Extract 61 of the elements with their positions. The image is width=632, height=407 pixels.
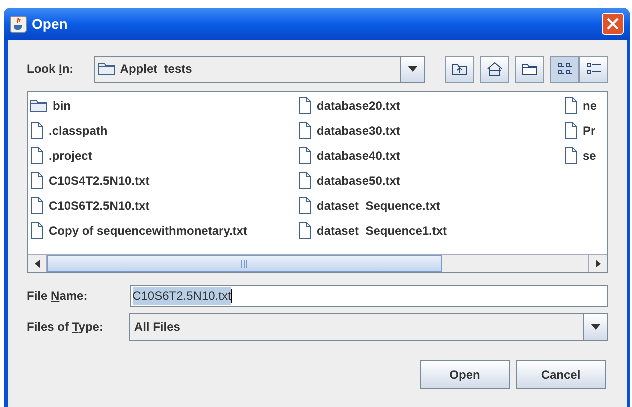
file-name-label: File Name: [27,289,88,303]
details-view-icon [586,62,602,76]
dropdown-value: Applet_tests [120,61,192,78]
list-button[interactable] [550,56,579,82]
file-icon [298,97,312,114]
file-icon [564,97,578,114]
caret-icon [408,66,418,72]
file-item[interactable]: dataset_Sequence.txt [296,193,562,218]
file-icon [298,147,312,164]
cancel-button[interactable]: Cancel [516,360,606,389]
open-button[interactable]: Open [420,360,510,389]
folder-icon [30,98,48,112]
horizontal-scrollbar[interactable] [28,254,607,272]
file-icon [298,172,312,189]
up-button[interactable] [445,56,474,82]
home-button[interactable] [480,56,509,82]
close-button[interactable] [602,13,624,35]
file-item[interactable]: dataset_Sequence1.txt [296,218,562,243]
file-item[interactable]: database50.txt [296,168,562,193]
file-type-label: Files of Type: [27,320,104,334]
file-icon [298,122,312,139]
file-item[interactable]: .project [28,143,296,168]
folder-icon [98,62,116,76]
file-icon [30,197,44,214]
grip-icon [241,260,248,268]
details-button[interactable] [579,56,608,82]
file-icon [30,147,44,164]
caret-icon [590,324,600,330]
close-icon [607,18,619,30]
file-icon [298,222,312,239]
window-title: Open [32,14,69,34]
home-icon [486,62,502,76]
look-in-dropdown[interactable]: Applet_tests [94,56,425,82]
file-item[interactable]: database30.txt [296,118,562,143]
file-item[interactable]: Copy of sequencewithmonetary.txt [28,218,296,243]
folder-icon [522,62,538,76]
file-item[interactable]: database20.txt [296,93,562,118]
right-arrow-icon [596,260,600,268]
up-folder-icon [452,62,468,76]
left-arrow-icon [34,260,40,268]
file-icon [30,222,44,239]
file-type-dropdown[interactable]: All Files [129,313,608,341]
file-icon [564,147,578,164]
file-item[interactable]: Pr [562,118,607,143]
file-item[interactable]: C10S4T2.5N10.txt [28,168,296,193]
file-icon [30,122,44,139]
list-view-icon [556,62,572,76]
file-item[interactable]: database40.txt [296,143,562,168]
dropdown-value: All Files [134,319,180,336]
file-icon [298,197,312,214]
coffee-cup-icon [10,16,27,32]
file-item[interactable]: se [562,143,607,168]
file-icon [30,172,44,189]
file-item[interactable]: ne [562,93,607,118]
file-item[interactable]: bin [28,93,296,118]
look-in-label: Look In: [27,62,74,76]
file-item[interactable]: C10S6T2.5N10.txt [28,193,296,218]
file-item[interactable]: .classpath [28,118,296,143]
file-icon [564,122,578,139]
file-name-field[interactable]: C10S6T2.5N10.txt [130,285,608,307]
scrollbar-thumb[interactable] [47,255,442,272]
